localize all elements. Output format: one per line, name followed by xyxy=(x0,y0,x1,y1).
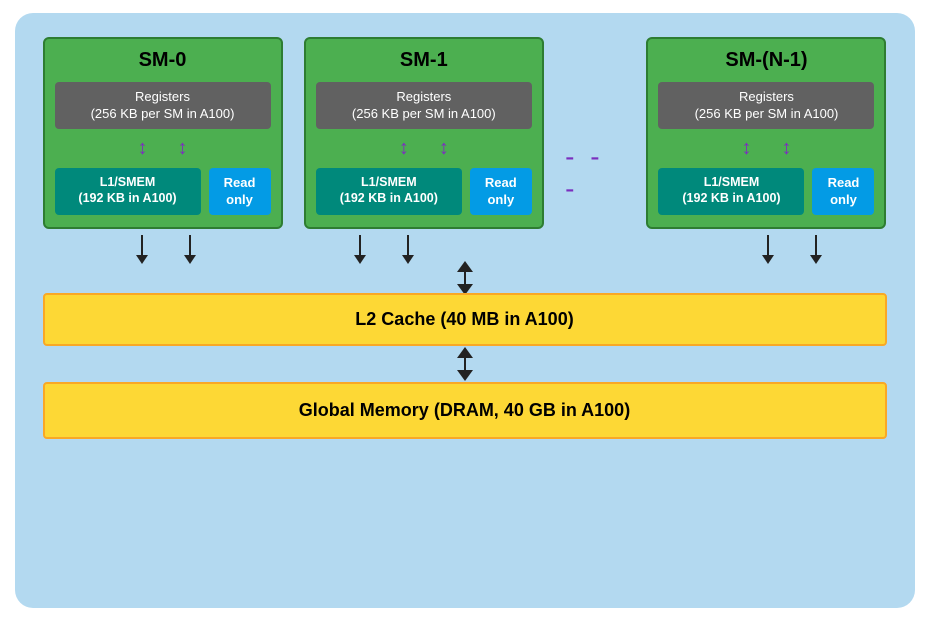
l2-cache-label: L2 Cache (40 MB in A100) xyxy=(355,309,573,329)
sm1-lower: L1/SMEM (192 KB in A100) Read only xyxy=(316,168,532,215)
sm1-readonly: Read only xyxy=(470,168,532,215)
global-memory-label: Global Memory (DRAM, 40 GB in A100) xyxy=(299,400,630,420)
sm-to-l2-arrow xyxy=(43,263,887,293)
sm1-title: SM-1 xyxy=(400,49,448,72)
sm0-title: SM-0 xyxy=(139,49,187,72)
sm0-registers: Registers (256 KB per SM in A100) xyxy=(55,82,271,129)
smN-readonly: Read only xyxy=(812,168,874,215)
sm0-purple-arrows: ↕ ↕ xyxy=(138,137,188,160)
sm1-registers: Registers (256 KB per SM in A100) xyxy=(316,82,532,129)
sm-block-0: SM-0 Registers (256 KB per SM in A100) ↕… xyxy=(43,37,283,229)
sm-row: SM-0 Registers (256 KB per SM in A100) ↕… xyxy=(43,37,887,229)
smN-purple-arrows: ↕ ↕ xyxy=(741,137,791,160)
sm-block-1: SM-1 Registers (256 KB per SM in A100) ↕… xyxy=(304,37,544,229)
sm1-purple-arrows: ↕ ↕ xyxy=(399,137,449,160)
smN-l1: L1/SMEM (192 KB in A100) xyxy=(658,168,804,215)
dots-separator: - - - xyxy=(565,61,625,205)
sm0-l1: L1/SMEM (192 KB in A100) xyxy=(55,168,201,215)
smN-lower: L1/SMEM (192 KB in A100) Read only xyxy=(658,168,874,215)
diagram-container: SM-0 Registers (256 KB per SM in A100) ↕… xyxy=(15,13,915,608)
sm1-l1: L1/SMEM (192 KB in A100) xyxy=(316,168,462,215)
smN-title: SM-(N-1) xyxy=(725,49,807,72)
sm0-readonly: Read only xyxy=(209,168,271,215)
smN-registers: Registers (256 KB per SM in A100) xyxy=(658,82,874,129)
l2-cache-bar: L2 Cache (40 MB in A100) xyxy=(43,293,887,346)
sm0-lower: L1/SMEM (192 KB in A100) Read only xyxy=(55,168,271,215)
l2-to-gm-arrow xyxy=(43,346,887,382)
sm-block-n: SM-(N-1) Registers (256 KB per SM in A10… xyxy=(646,37,886,229)
global-memory-bar: Global Memory (DRAM, 40 GB in A100) xyxy=(43,382,887,439)
